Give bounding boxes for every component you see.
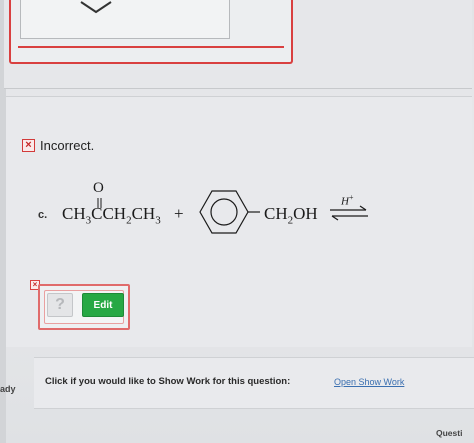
ketone-mid2: CH [131, 204, 156, 223]
status-label: Incorrect. [40, 137, 95, 153]
alcohol-prefix: CH [264, 204, 288, 223]
part-label: c. [38, 209, 48, 221]
left-edge-text: ady [0, 384, 16, 394]
page: × Incorrect. c. O CH3CCH2CH3 + CH2OH H+ … [0, 0, 474, 443]
plus-sign: + [174, 204, 184, 223]
question-nav-label: Questi [436, 428, 463, 438]
previous-answer-box [9, 0, 293, 64]
previous-question-panel [4, 0, 472, 89]
ketone-formula: CH3CCH2CH3 [62, 204, 161, 226]
reaction-equation: c. O CH3CCH2CH3 + CH2OH H+ [38, 176, 368, 246]
previous-answer-field[interactable] [20, 0, 230, 39]
status-row: × Incorrect. [22, 136, 94, 154]
ketone-mid: CCH [91, 204, 127, 223]
chevron-down-icon[interactable] [79, 0, 113, 14]
previous-answer-underline [18, 46, 284, 48]
catalyst-charge: + [348, 193, 354, 202]
ketone-sub3: 3 [155, 214, 161, 227]
open-show-work-link[interactable]: Open Show Work [334, 377, 404, 387]
help-button[interactable]: ? [47, 293, 73, 317]
show-work-label: Click if you would like to Show Work for… [45, 376, 291, 387]
error-tag-glyph: × [32, 280, 38, 289]
benzyl-alcohol-formula: CH2OH [264, 204, 318, 226]
carbonyl-oxygen: O [93, 180, 104, 196]
ketone-prefix: CH [62, 204, 86, 223]
equilibrium-arrow-icon [330, 205, 368, 221]
alcohol-suffix: OH [293, 204, 318, 223]
edit-button[interactable]: Edit [82, 293, 124, 317]
benzene-ring-icon [199, 190, 260, 234]
x-icon: × [22, 138, 35, 152]
